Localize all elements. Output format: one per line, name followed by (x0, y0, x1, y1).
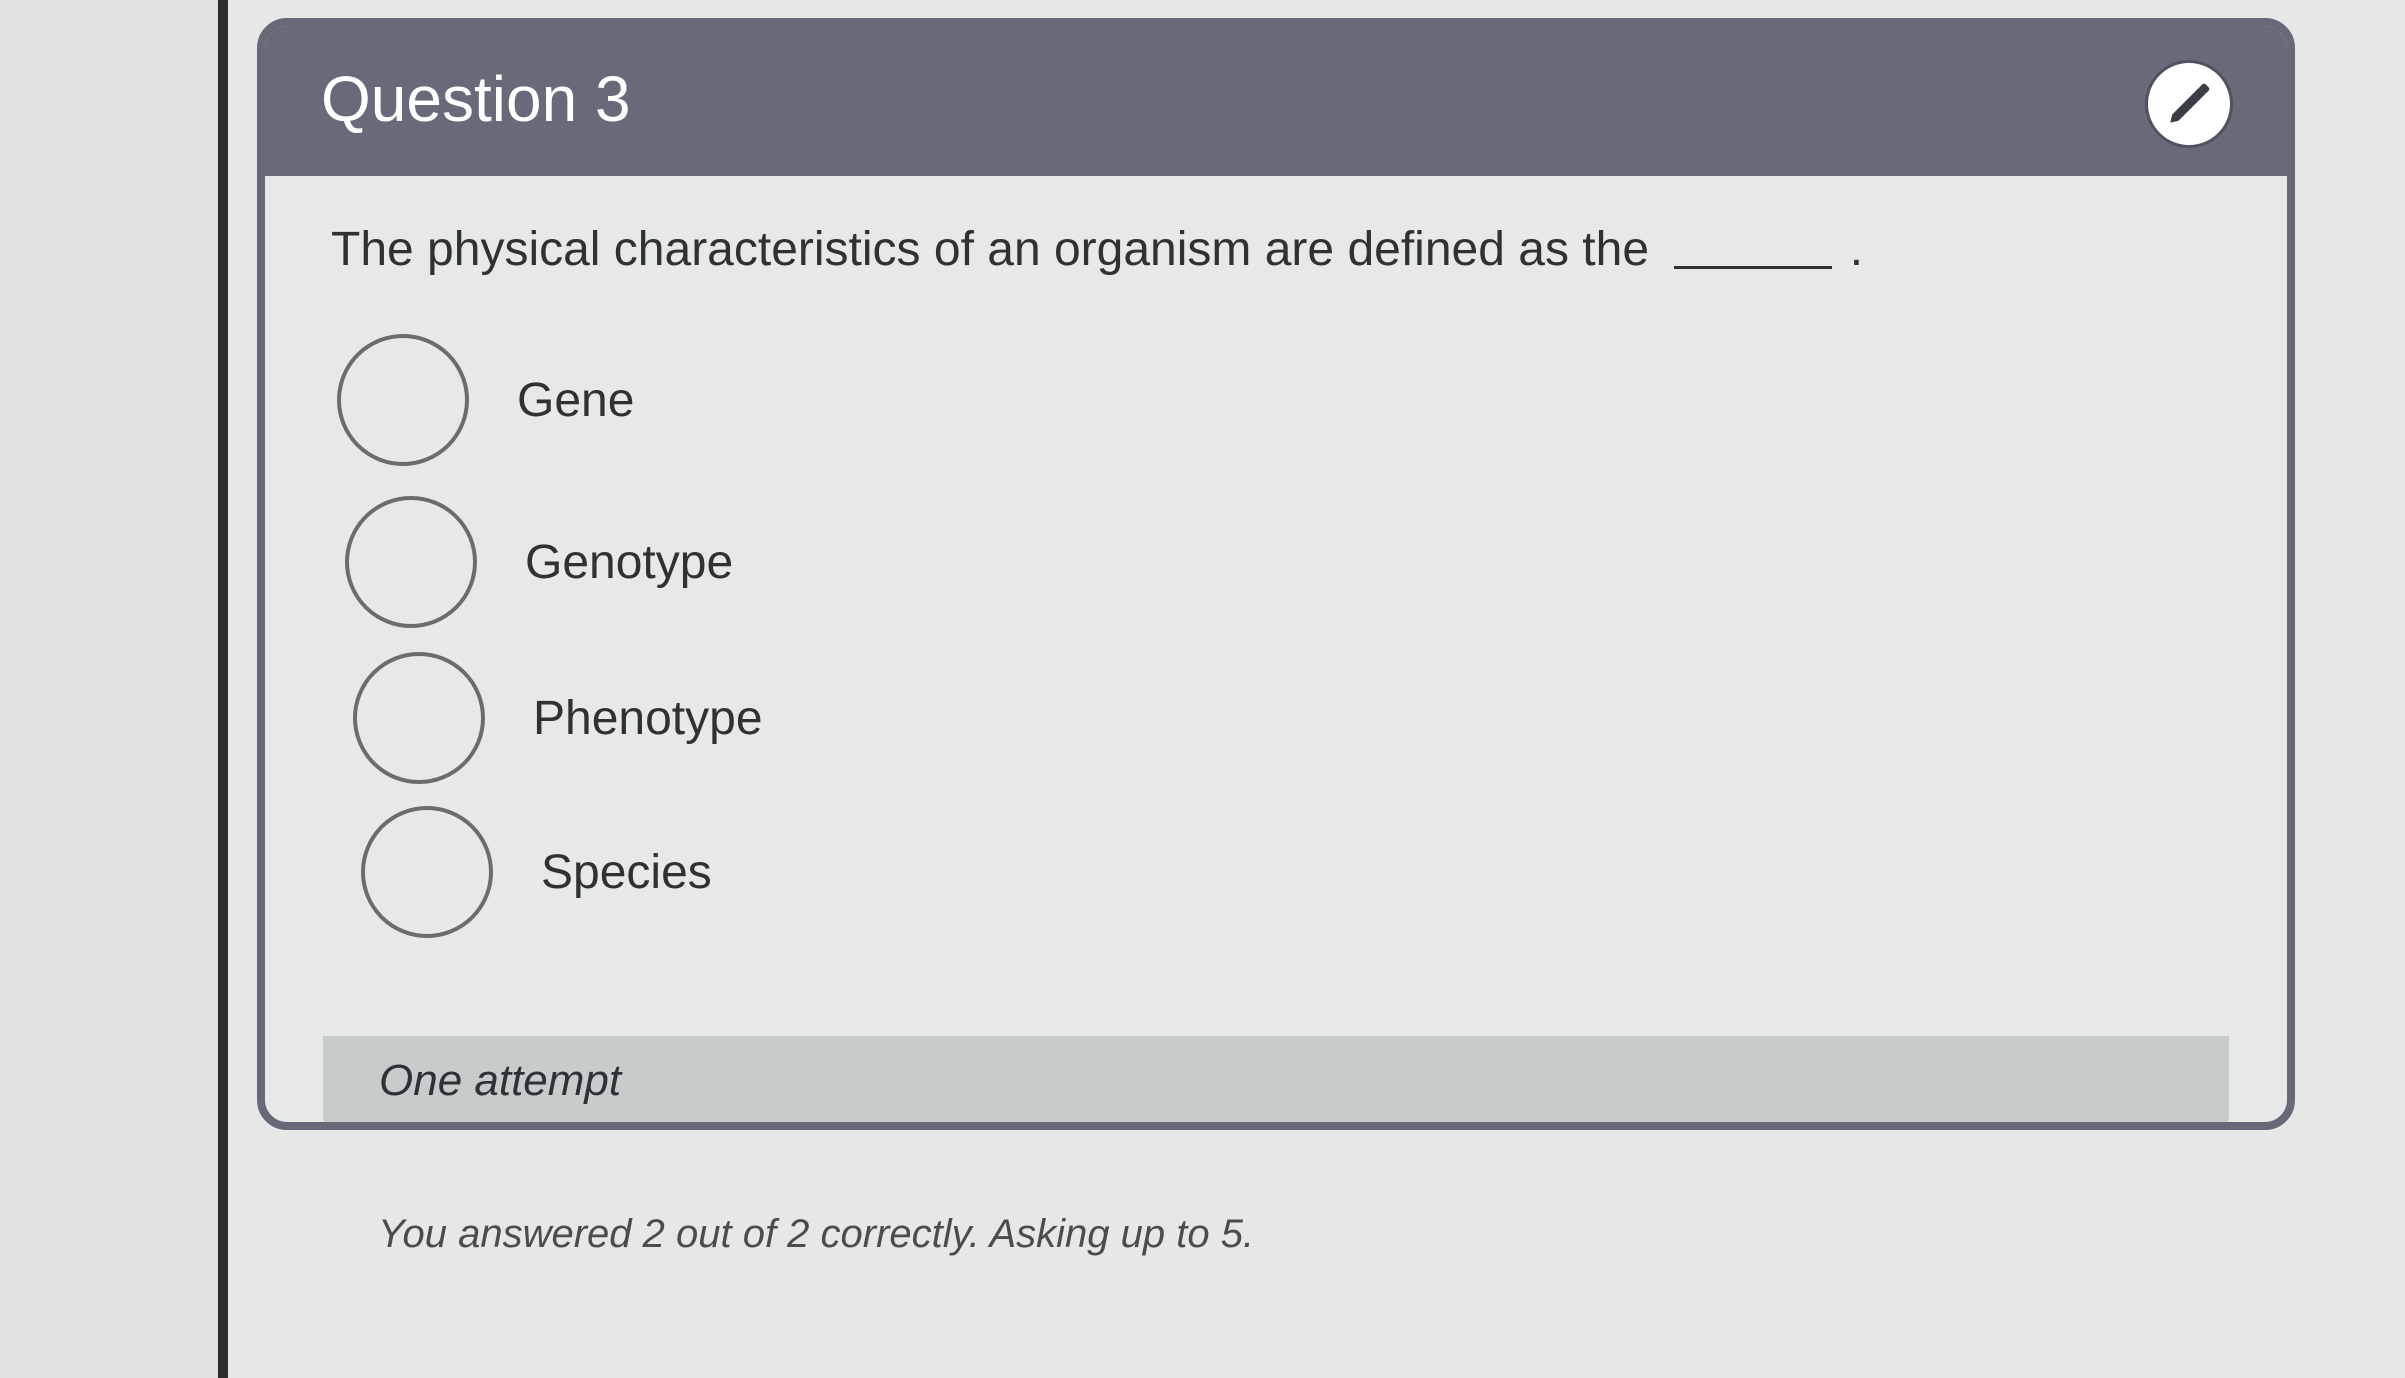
option-label: Phenotype (533, 691, 763, 745)
question-title: Question 3 (321, 63, 631, 135)
question-header: Question 3 (265, 26, 2287, 176)
option-label: Species (541, 845, 712, 899)
attempt-text: One attempt (379, 1056, 622, 1105)
option-gene[interactable]: Gene (337, 334, 634, 466)
radio-button[interactable] (361, 806, 493, 938)
left-border (218, 0, 228, 1378)
question-text: The physical characteristics of an organ… (331, 222, 1863, 277)
question-prompt: The physical characteristics of an organ… (331, 223, 1650, 276)
attempt-bar: One attempt (323, 1036, 2229, 1122)
option-label: Gene (517, 373, 635, 427)
radio-button[interactable] (337, 334, 469, 466)
edit-button[interactable] (2145, 60, 2233, 148)
progress-message: You answered 2 out of 2 correctly. Askin… (378, 1212, 1255, 1256)
radio-button[interactable] (345, 496, 477, 628)
question-card: Question 3 The physical characteristics … (257, 18, 2295, 1130)
option-species[interactable]: Species (361, 806, 712, 938)
answer-blank (1674, 266, 1833, 269)
pencil-icon (2170, 83, 2210, 123)
option-label: Genotype (525, 535, 734, 589)
question-blank-suffix: . (1849, 223, 1864, 276)
option-phenotype[interactable]: Phenotype (353, 652, 763, 784)
option-genotype[interactable]: Genotype (345, 496, 733, 628)
radio-button[interactable] (353, 652, 485, 784)
